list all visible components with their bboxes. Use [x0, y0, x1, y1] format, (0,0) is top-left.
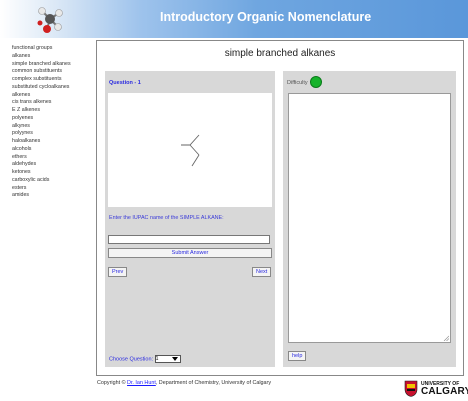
feedback-textarea[interactable] — [288, 93, 451, 343]
app-header: Introductory Organic Nomenclature — [0, 0, 468, 38]
sidebar-item-alkenes[interactable]: alkenes — [12, 92, 96, 100]
author-link[interactable]: Dr. Ian Hunt — [127, 380, 156, 386]
sidebar-item-polyynes[interactable]: polyynes — [12, 130, 96, 138]
next-button[interactable]: Next — [252, 267, 272, 277]
feedback-panel: Difficulty help — [283, 71, 456, 367]
sidebar-item-haloalkanes[interactable]: haloalkanes — [12, 138, 96, 146]
main-content: simple branched alkanes Question - 1 Ent… — [96, 40, 464, 376]
sidebar-item-aldehydes[interactable]: aldehydes — [12, 161, 96, 169]
sidebar-item-functional-groups[interactable]: functional groups — [12, 45, 96, 53]
sidebar-item-esters[interactable]: esters — [12, 185, 96, 193]
sidebar-item-simple-branched-alkanes[interactable]: simple branched alkanes — [12, 61, 96, 69]
sidebar-item-ketones[interactable]: ketones — [12, 169, 96, 177]
sidebar-item-polyenes[interactable]: polyenes — [12, 115, 96, 123]
copyright-suffix: , Department of Chemistry, University of… — [155, 380, 272, 386]
question-prompt: Enter the IUPAC name of the SIMPLE ALKAN… — [109, 215, 224, 221]
university-name-line2: CALGARY — [421, 386, 468, 397]
sidebar-item-common-substituents[interactable]: common substituents — [12, 68, 96, 76]
question-panel: Question - 1 Enter the IUPAC name of the… — [105, 71, 275, 367]
sidebar-item-cis-trans-alkenes[interactable]: cis trans alkenes — [12, 99, 96, 107]
question-label: Question - 1 — [109, 80, 141, 86]
sidebar-item-complex-substituents[interactable]: complex substituents — [12, 76, 96, 84]
resize-grip-icon[interactable] — [443, 335, 449, 341]
difficulty-indicator-icon — [310, 76, 322, 88]
sidebar-item-alkynes[interactable]: alkynes — [12, 123, 96, 131]
sidebar-item-substituted-cycloalkanes[interactable]: substituted cycloalkanes — [12, 84, 96, 92]
copyright-footer: Copyright © Dr. Ian Hunt, Department of … — [97, 380, 271, 386]
skeletal-structure-image — [181, 134, 200, 167]
page-title: simple branched alkanes — [224, 48, 336, 59]
question-select-value: 1 — [155, 356, 159, 362]
answer-input[interactable] — [108, 235, 270, 244]
molecule-model-icon — [37, 7, 63, 33]
dropdown-arrow-icon — [171, 357, 178, 361]
help-button[interactable]: help — [288, 351, 307, 361]
choose-question: Choose Question: 1 — [109, 355, 181, 363]
app-title: Introductory Organic Nomenclature — [160, 10, 372, 24]
sidebar-item-amides[interactable]: amides — [12, 192, 96, 200]
sidebar-item-alkanes[interactable]: alkanes — [12, 53, 96, 61]
sidebar-item-ethers[interactable]: ethers — [12, 154, 96, 162]
copyright-prefix: Copyright © — [97, 380, 128, 386]
question-select[interactable]: 1 — [154, 355, 181, 363]
sidebar-item-e-z-alkenes[interactable]: E Z alkenes — [12, 107, 96, 115]
prev-button[interactable]: Prev — [108, 267, 128, 277]
sidebar-nav: functional groups alkanes simple branche… — [12, 45, 96, 200]
sidebar-item-alcohols[interactable]: alcohols — [12, 146, 96, 154]
sidebar-item-carboxylic-acids[interactable]: carboxylic acids — [12, 177, 96, 185]
difficulty-label: Difficulty — [287, 80, 308, 86]
submit-answer-button[interactable]: Submit Answer — [108, 248, 272, 258]
choose-question-label: Choose Question: — [109, 356, 154, 363]
molecule-display — [108, 93, 272, 207]
university-crest-icon — [404, 380, 418, 397]
university-logo: UNIVERSITY OF CALGARY — [404, 380, 468, 398]
